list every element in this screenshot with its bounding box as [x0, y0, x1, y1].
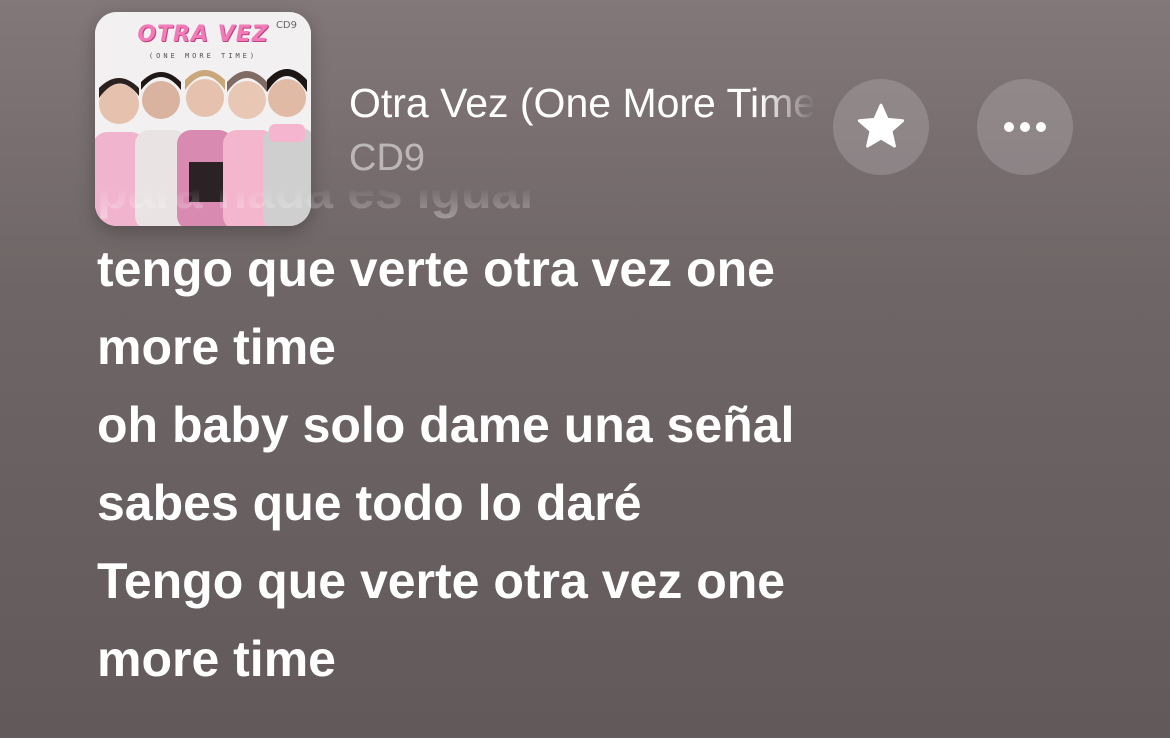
ellipsis-icon	[1004, 122, 1046, 132]
lyric-line[interactable]: more time	[97, 308, 1097, 386]
more-options-button[interactable]	[977, 79, 1073, 175]
album-art-logo: CD9	[275, 20, 297, 31]
lyric-line[interactable]: Tengo que verte otra vez one	[97, 542, 1097, 620]
track-title: Otra Vez (One More Time)	[349, 80, 815, 126]
lyric-line[interactable]: oh baby solo dame una señal	[97, 386, 1097, 464]
star-icon	[857, 103, 905, 148]
lyric-line[interactable]: tengo que verte otra vez one	[97, 230, 1097, 308]
track-artist[interactable]: CD9	[349, 134, 425, 182]
lyric-line-previous[interactable]: para nada es igual	[97, 190, 1097, 230]
lyric-line[interactable]: more time	[97, 620, 1097, 698]
favorite-button[interactable]	[833, 79, 929, 175]
lyric-line[interactable]: sabes que todo lo daré	[97, 464, 1097, 542]
album-art-subtitle: (ONE MORE TIME)	[148, 52, 258, 60]
lyrics-view[interactable]: para nada es igual tengo que verte otra …	[97, 190, 1097, 738]
